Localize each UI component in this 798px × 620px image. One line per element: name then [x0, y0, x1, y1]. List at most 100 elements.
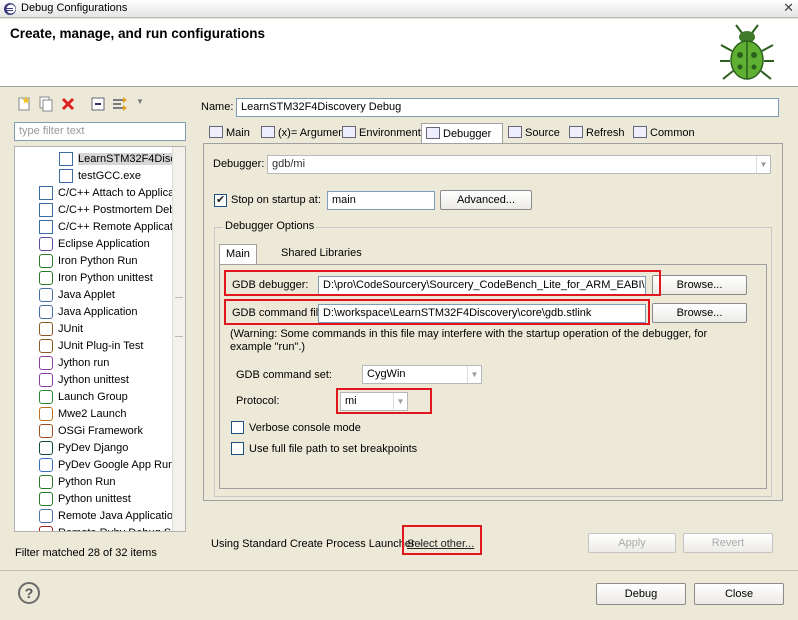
c-attach-icon	[39, 186, 53, 200]
java-applet-icon	[39, 288, 53, 302]
filter-status: Filter matched 28 of 32 items	[15, 547, 157, 559]
c-postmortem-icon	[39, 203, 53, 217]
tree-item-label: Iron Python unittest	[58, 272, 153, 284]
tab-x-arguments[interactable]: (x)= Arguments	[257, 123, 353, 143]
tree-item-label: Jython run	[58, 357, 110, 369]
tree-item-label: JUnit	[58, 323, 84, 335]
verbose-console-checkbox[interactable]	[231, 421, 244, 434]
advanced-button[interactable]: Advanced...	[440, 190, 532, 210]
tree-item-label: LearnSTM32F4Discovery Debug	[78, 153, 185, 165]
window-title: Debug Configurations	[21, 2, 128, 14]
tree-item-label: JUnit Plug-in Test	[58, 340, 144, 352]
close-button[interactable]: Close	[694, 583, 784, 605]
tree-item-label: Java Application	[58, 306, 138, 318]
close-icon[interactable]: ✕	[783, 0, 794, 16]
debugger-label: Debugger:	[213, 158, 265, 170]
tree-item-label: Mwe2 Launch	[58, 408, 127, 420]
remote-java-icon	[39, 509, 53, 523]
tab-common[interactable]: Common	[629, 123, 699, 143]
ruby-icon	[39, 526, 53, 531]
browse-command-file-button[interactable]: Browse...	[652, 303, 747, 323]
java-app-icon	[39, 305, 53, 319]
dialog-heading: Create, manage, and run configurations	[10, 26, 266, 41]
filter-menu-chevron-icon[interactable]: ▼	[136, 97, 144, 106]
tree-item-label: PyDev Google App Run	[58, 459, 175, 471]
junit-plugin-icon	[39, 339, 53, 353]
gdb-debugger-highlight	[224, 270, 661, 296]
tab-label: Common	[650, 127, 695, 139]
protocol-label: Protocol:	[236, 395, 280, 407]
full-path-label: Use full file path to set breakpoints	[249, 443, 418, 455]
select-other-highlight	[402, 525, 482, 555]
subtab-main[interactable]: Main	[219, 244, 257, 264]
chevron-down-icon: ▼	[756, 156, 770, 173]
debugger-bug-icon	[426, 127, 440, 139]
gdb-command-set-select[interactable]: CygWin ▼	[362, 365, 482, 384]
revert-button[interactable]: Revert	[683, 533, 773, 553]
help-icon[interactable]: ?	[18, 582, 40, 604]
junit-icon	[39, 322, 53, 336]
c-remote-icon	[39, 220, 53, 234]
debugger-options-group: Debugger Options Main Shared Libraries G…	[214, 220, 772, 497]
config-tabs: Main (x)= Arguments Environment Debugger Sou…	[203, 123, 783, 143]
duplicate-icon[interactable]	[38, 96, 54, 112]
tree-scrollbar[interactable]	[172, 147, 185, 531]
debug-button[interactable]: Debug	[596, 583, 686, 605]
gdb-command-set-label: GDB command set:	[236, 369, 332, 381]
source-icon	[508, 126, 522, 138]
apply-button[interactable]: Apply	[588, 533, 676, 553]
tab-source[interactable]: Source	[504, 123, 564, 143]
debugger-select-value: gdb/mi	[272, 158, 306, 170]
tree-item-label: Jython unittest	[58, 374, 129, 386]
tree-item-label: Launch Group	[58, 391, 128, 403]
launch-group-icon	[39, 390, 53, 404]
tree-item-label: C/C++ Remote Application	[58, 221, 186, 233]
debugger-options-title: Debugger Options	[223, 220, 317, 232]
debug-bug-icon	[720, 24, 774, 80]
tree-item-label: testGCC.exe	[78, 170, 141, 182]
mwe2-icon	[39, 407, 53, 421]
name-label: Name:	[201, 101, 234, 113]
config-tree[interactable]: LearnSTM32F4Discovery Debug testGCC.exe C/…	[14, 146, 186, 532]
delete-icon[interactable]	[60, 96, 76, 112]
chevron-down-icon: ▼	[467, 366, 481, 383]
debugger-main-subtab-panel: GDB debugger: D:\pro\CodeSourcery\Source…	[219, 264, 767, 489]
subtab-shared-libraries[interactable]: Shared Libraries	[275, 244, 368, 264]
tree-item-label: Eclipse Application	[58, 238, 150, 250]
tab-refresh[interactable]: Refresh	[565, 123, 628, 143]
tab-environment[interactable]: Environment	[338, 123, 421, 143]
tab-label: Debugger	[443, 128, 492, 140]
tree-item-label: Python unittest	[58, 493, 131, 505]
footer-separator	[0, 570, 798, 571]
python-unittest-icon	[39, 492, 53, 506]
filter-icon[interactable]	[112, 96, 128, 112]
tab-main[interactable]: Main	[205, 123, 255, 143]
django-icon	[39, 441, 53, 455]
main-tab-icon	[209, 126, 223, 138]
browse-gdb-button[interactable]: Browse...	[652, 275, 747, 295]
full-path-checkbox[interactable]	[231, 442, 244, 455]
tab-debugger[interactable]: Debugger	[421, 123, 503, 143]
tree-item-label: C/C++ Postmortem Debugger	[58, 204, 185, 216]
filter-input[interactable]: type filter text	[14, 122, 186, 141]
c-app-icon	[59, 152, 73, 166]
common-icon	[633, 126, 647, 138]
eclipse-icon	[39, 237, 53, 251]
jython-unittest-icon	[39, 373, 53, 387]
name-input[interactable]: LearnSTM32F4Discovery Debug	[236, 98, 779, 117]
tree-item-label: Remote Java Application	[58, 510, 180, 522]
stop-on-startup-checkbox[interactable]	[214, 193, 227, 207]
protocol-highlight	[336, 388, 432, 414]
collapse-all-icon[interactable]	[90, 96, 106, 112]
tree-item-label: PyDev Django	[58, 442, 129, 454]
python-unittest-icon	[39, 271, 53, 285]
stop-on-startup-label: Stop on startup at:	[231, 194, 321, 206]
tree-item-label: OSGi Framework	[58, 425, 143, 437]
config-type-panel: ▼ type filter text LearnSTM32F4Discovery…	[8, 93, 189, 563]
new-config-icon[interactable]	[16, 96, 32, 112]
debugger-select[interactable]: gdb/mi ▼	[267, 155, 771, 174]
tab-label: Main	[226, 127, 250, 139]
stop-symbol-input[interactable]: main	[327, 191, 435, 210]
tree-item-label: Iron Python Run	[58, 255, 138, 267]
scrollbar-thumb[interactable]	[175, 297, 183, 337]
